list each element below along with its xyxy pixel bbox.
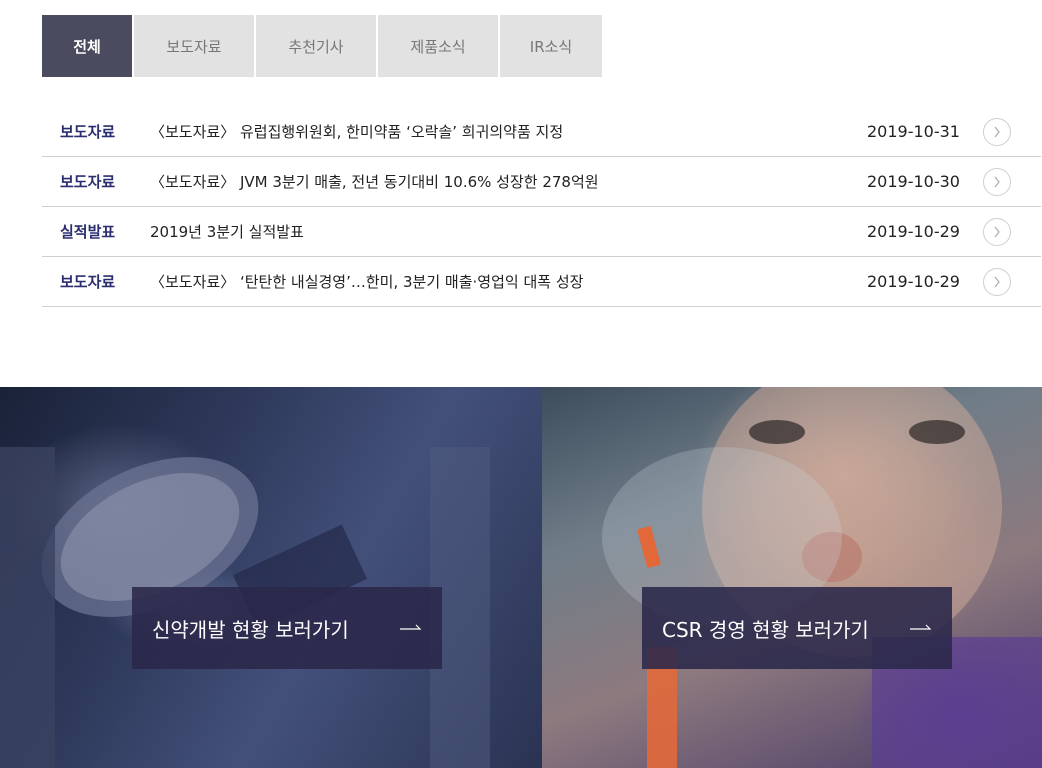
drug-development-cta[interactable]: 신약개발 현황 보러가기 <box>132 587 442 669</box>
news-date: 2019-10-31 <box>867 122 960 141</box>
cta-label: CSR 경영 현황 보러가기 <box>662 617 869 642</box>
news-title[interactable]: 〈보도자료〉 JVM 3분기 매출, 전년 동기대비 10.6% 성장한 278… <box>150 171 867 192</box>
tab-recommended[interactable]: 추천기사 <box>256 15 376 77</box>
chevron-right-icon[interactable] <box>983 167 1011 196</box>
tab-all[interactable]: 전체 <box>42 15 132 77</box>
news-category: 보도자료 <box>60 123 116 141</box>
microscope-image <box>0 447 490 768</box>
chevron-right-icon[interactable] <box>983 117 1011 146</box>
news-date: 2019-10-30 <box>867 172 960 191</box>
news-row[interactable]: 실적발표 2019년 3분기 실적발표 2019-10-29 <box>42 207 1041 257</box>
news-list: 보도자료 〈보도자료〉 유럽집행위원회, 한미약품 ‘오락솔’ 희귀의약품 지정… <box>42 107 1041 307</box>
news-row[interactable]: 보도자료 〈보도자료〉 JVM 3분기 매출, 전년 동기대비 10.6% 성장… <box>42 157 1041 207</box>
news-category: 보도자료 <box>60 273 116 291</box>
child-bubble-image <box>602 387 1042 768</box>
csr-cta[interactable]: CSR 경영 현황 보러가기 <box>642 587 952 669</box>
chevron-right-icon[interactable] <box>983 217 1011 246</box>
arrow-right-icon <box>910 624 932 630</box>
news-category: 보도자료 <box>60 173 116 191</box>
news-title[interactable]: 2019년 3분기 실적발표 <box>150 221 867 242</box>
news-row[interactable]: 보도자료 〈보도자료〉 ‘탄탄한 내실경영’…한미, 3분기 매출·영업익 대폭… <box>42 257 1041 307</box>
news-title[interactable]: 〈보도자료〉 ‘탄탄한 내실경영’…한미, 3분기 매출·영업익 대폭 성장 <box>150 271 867 292</box>
news-title[interactable]: 〈보도자료〉 유럽집행위원회, 한미약품 ‘오락솔’ 희귀의약품 지정 <box>150 121 867 142</box>
drug-development-banner[interactable]: 신약개발 현황 보러가기 <box>0 387 542 768</box>
chevron-right-icon[interactable] <box>983 267 1011 296</box>
tab-ir-news[interactable]: IR소식 <box>500 15 602 77</box>
news-row[interactable]: 보도자료 〈보도자료〉 유럽집행위원회, 한미약품 ‘오락솔’ 희귀의약품 지정… <box>42 107 1041 157</box>
news-date: 2019-10-29 <box>867 222 960 241</box>
cta-label: 신약개발 현황 보러가기 <box>152 617 349 642</box>
category-tabs: 전체 보도자료 추천기사 제품소식 IR소식 <box>42 15 604 77</box>
arrow-right-icon <box>400 624 422 630</box>
tab-product-news[interactable]: 제품소식 <box>378 15 498 77</box>
tab-press-release[interactable]: 보도자료 <box>134 15 254 77</box>
news-category: 실적발표 <box>60 223 116 241</box>
csr-banner[interactable]: CSR 경영 현황 보러가기 <box>542 387 1042 768</box>
news-date: 2019-10-29 <box>867 272 960 291</box>
